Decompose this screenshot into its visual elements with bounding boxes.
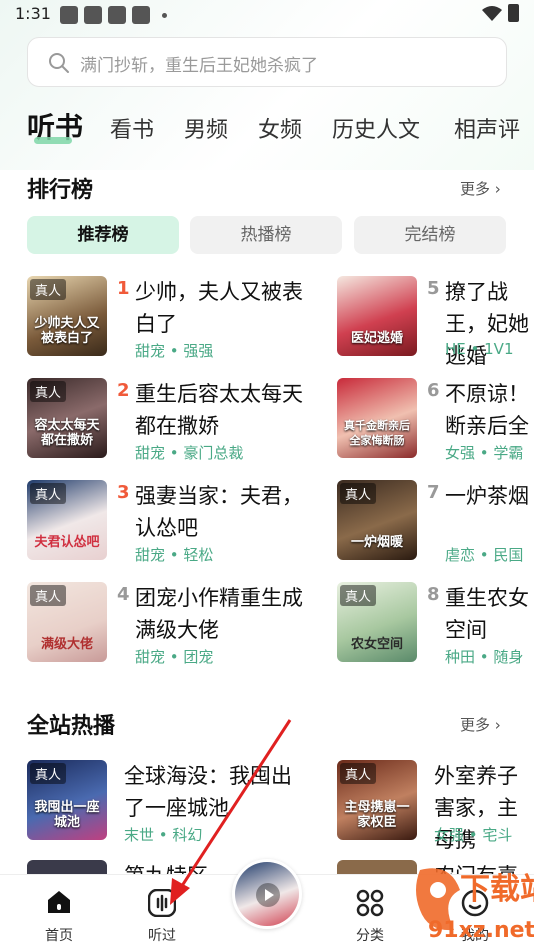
list-item[interactable]: 真人 夫君认怂吧 3 强妻当家：夫君，认怂吧 甜宠 • 轻松 — [27, 480, 317, 564]
book-title: 团宠小作精重生成满级大佬 — [135, 586, 303, 642]
list-item[interactable]: 真人 容太太每天都在撒娇 2 重生后容太太每天都在撒娇 甜宠 • 豪门总裁 — [27, 378, 317, 462]
audio-wave-icon — [148, 889, 176, 917]
category-icon — [356, 889, 384, 917]
rank-number: 5 — [427, 278, 440, 299]
book-title: 不原谅！断亲后全 — [445, 382, 529, 438]
ranking-title: 排行榜 — [27, 178, 94, 203]
book-cover: 真人 少帅夫人又被表白了 — [27, 276, 107, 356]
book-tags: 甜宠 • 团宠 — [135, 648, 214, 666]
tab-hot-play[interactable]: 热播榜 — [190, 216, 342, 254]
book-cover: 真人 农女空间 — [337, 582, 417, 662]
tab-female[interactable]: 女频 — [258, 112, 302, 144]
book-title: 强妻当家：夫君，认怂吧 — [135, 484, 303, 540]
book-title: 全球海没：我囤出了一座城池 — [124, 764, 292, 820]
list-item[interactable]: 真人 我囤出一座城池 全球海没：我囤出了一座城池 末世 • 科幻 — [27, 760, 317, 844]
tab-read[interactable]: 看书 — [110, 112, 154, 144]
book-title: 一炉茶烟 — [445, 484, 529, 508]
rank-number: 3 — [117, 482, 130, 503]
book-tags: 种田 • 随身 — [445, 648, 524, 666]
list-item[interactable]: 真人 农女空间 8 重生农女空间 种田 • 随身 — [337, 582, 534, 666]
book-cover: 真人 我囤出一座城池 — [27, 760, 107, 840]
book-title: 少帅，夫人又被表白了 — [135, 280, 303, 336]
wifi-icon — [482, 6, 502, 21]
book-cover: 真人 主母携崽一家权臣 — [337, 760, 417, 840]
play-icon — [256, 883, 280, 907]
book-tags: 甜宠 • 强强 — [135, 342, 214, 360]
battery-icon — [508, 4, 519, 22]
more-notifications-icon — [162, 13, 167, 18]
book-cover: 真千金断亲后全家悔断肠 — [337, 378, 417, 458]
book-title: 重生后容太太每天都在撒娇 — [135, 382, 303, 438]
status-time: 1:31 — [15, 4, 51, 23]
tab-recommended[interactable]: 推荐榜 — [27, 216, 179, 254]
home-icon — [48, 891, 70, 913]
ranking-more-link[interactable]: 更多 › — [460, 178, 501, 199]
tab-male[interactable]: 男频 — [184, 112, 228, 144]
nav-listened[interactable]: 听过 — [127, 875, 197, 950]
notification-icon — [132, 6, 150, 24]
book-tags: 女强 • 学霸 — [445, 444, 524, 462]
book-title: 重生农女空间 — [445, 586, 529, 642]
notification-icon — [108, 6, 126, 24]
rank-number: 8 — [427, 584, 440, 605]
rank-number: 2 — [117, 380, 130, 401]
tab-history[interactable]: 历史人文 — [332, 112, 420, 144]
book-cover: 真人 满级大佬 — [27, 582, 107, 662]
book-tags: 末世 • 科幻 — [124, 826, 203, 844]
book-tags: 女强 • 宅斗 — [434, 826, 513, 844]
notification-icon — [60, 6, 78, 24]
search-bar[interactable]: 满门抄斩，重生后王妃她杀疯了 — [27, 37, 507, 87]
list-item[interactable]: 真人 主母携崽一家权臣 外室养子害家，主母携 女强 • 宅斗 — [337, 760, 534, 852]
book-cover: 真人 夫君认怂吧 — [27, 480, 107, 560]
book-tags: HE • 1V1 — [445, 340, 514, 358]
book-cover: 真人 容太太每天都在撒娇 — [27, 378, 107, 458]
search-icon — [49, 53, 69, 73]
list-item[interactable]: 真人 一炉烟暖 7 一炉茶烟 虐恋 • 民国 — [337, 480, 534, 564]
watermark-url: 91xz.net — [428, 918, 534, 943]
list-item[interactable]: 真千金断亲后全家悔断肠 6 不原谅！断亲后全 女强 • 学霸 — [337, 378, 534, 462]
watermark-brand: 下载站 — [460, 872, 534, 907]
book-cover: 真人 一炉烟暖 — [337, 480, 417, 560]
now-playing-button[interactable] — [232, 859, 302, 929]
status-bar: 1:31 — [0, 0, 534, 30]
active-tab-indicator — [34, 137, 72, 144]
search-placeholder: 满门抄斩，重生后王妃她杀疯了 — [80, 56, 318, 76]
hot-more-link[interactable]: 更多 › — [460, 714, 501, 735]
nav-category[interactable]: 分类 — [335, 875, 405, 950]
book-tags: 虐恋 • 民国 — [445, 546, 524, 564]
tab-crosstalk[interactable]: 相声评 — [454, 112, 520, 144]
list-item[interactable]: 医妃逃婚 5 撩了战王，妃她逃婚 HE • 1V1 — [337, 276, 534, 368]
book-cover — [337, 860, 417, 874]
list-item[interactable]: 真人 少帅夫人又被表白了 1 少帅，夫人又被表白了 甜宠 • 强强 — [27, 276, 317, 360]
book-cover — [27, 860, 107, 874]
rank-number: 4 — [117, 584, 130, 605]
notification-icon — [84, 6, 102, 24]
book-tags: 甜宠 • 轻松 — [135, 546, 214, 564]
tab-finished[interactable]: 完结榜 — [354, 216, 506, 254]
list-item[interactable]: 真人 满级大佬 4 团宠小作精重生成满级大佬 甜宠 • 团宠 — [27, 582, 317, 666]
book-tags: 甜宠 • 豪门总裁 — [135, 444, 244, 462]
nav-home[interactable]: 首页 — [24, 875, 94, 950]
hot-title: 全站热播 — [27, 714, 116, 739]
rank-number: 1 — [117, 278, 130, 299]
category-tabs: 听书 看书 男频 女频 历史人文 相声评 — [0, 104, 534, 154]
rank-number: 7 — [427, 482, 440, 503]
book-cover: 医妃逃婚 — [337, 276, 417, 356]
rank-number: 6 — [427, 380, 440, 401]
